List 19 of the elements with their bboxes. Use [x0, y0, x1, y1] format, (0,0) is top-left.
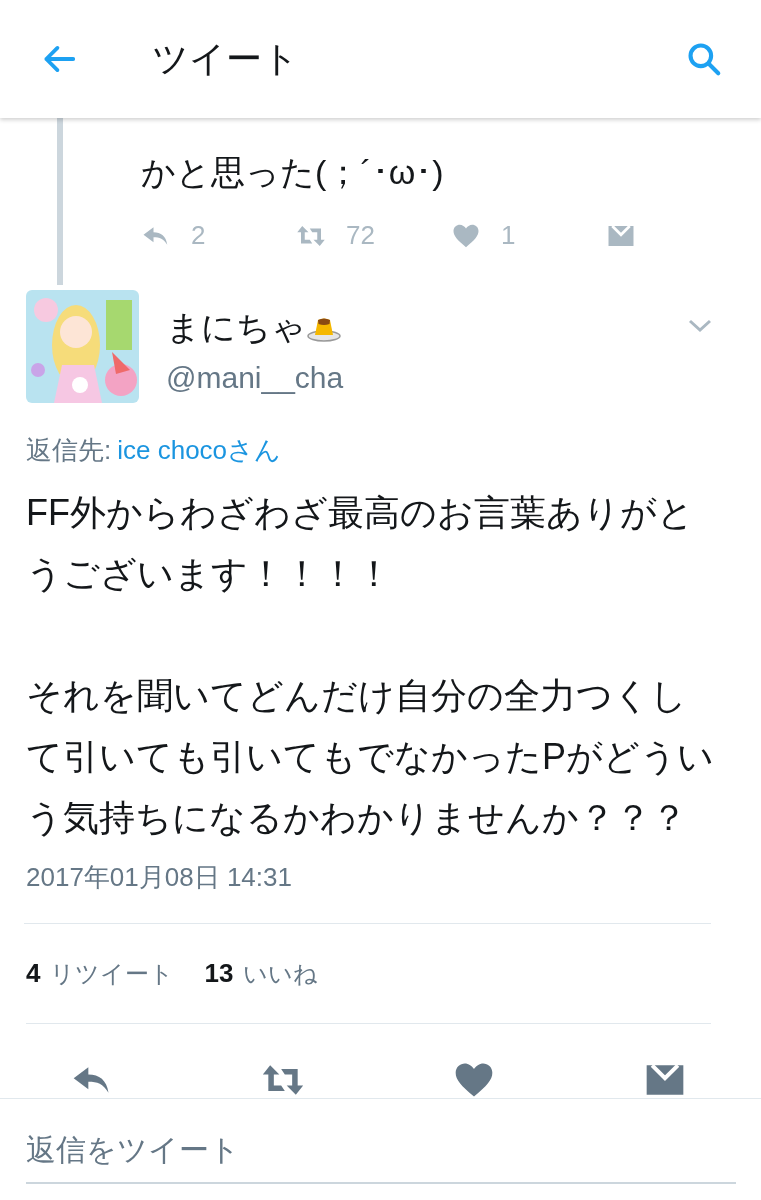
reply-input-field[interactable]: 返信をツイート: [26, 1127, 736, 1184]
reply-label: 返信先:: [26, 434, 112, 467]
chevron-down-icon[interactable]: [687, 318, 713, 334]
tweet-paragraph: FF外からわざわざ最高のお言葉ありがとうございます！！！！: [26, 491, 695, 596]
tweet-timestamp: 2017年01月08日 14:31: [26, 861, 293, 894]
header-title: ツイート: [152, 37, 299, 81]
stat-label[interactable]: いいね: [243, 956, 319, 992]
stat-label[interactable]: リツイート: [50, 956, 175, 992]
user-handle[interactable]: @mani__cha: [166, 355, 344, 400]
tweet-text: かと思った(；´･ω･): [141, 152, 445, 193]
display-name[interactable]: まにちゃ: [166, 302, 306, 353]
search-icon[interactable]: [685, 40, 723, 78]
tweet-paragraph: それを聞いてどんだけ自分の全力つくして引いても引いてもでなかったPがどういう気持ちになるかわかりませんか？？？: [26, 674, 715, 840]
reply-to-link[interactable]: ice chocoさん: [117, 431, 282, 470]
action-count: 72: [346, 219, 375, 252]
stat-count: 4: [26, 957, 41, 990]
action-count: 2: [191, 219, 206, 252]
stat-count: 13: [204, 957, 234, 990]
action-count: 1: [501, 219, 516, 252]
